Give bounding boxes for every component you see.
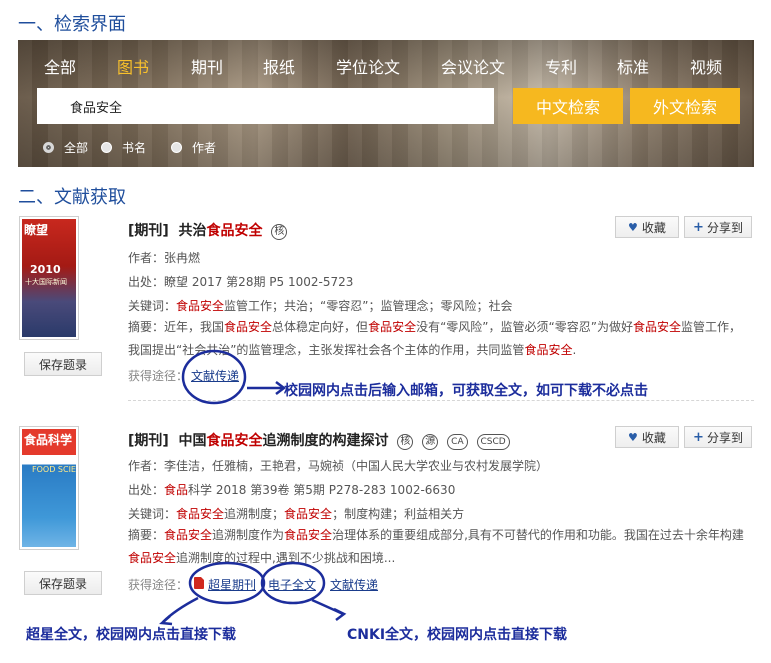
core-journal-badge-icon: 核 (397, 434, 414, 450)
search-section-title: 一、检索界面 (18, 14, 126, 35)
result-title[interactable]: [期刊] 共治食品安全 核 (128, 220, 288, 240)
tab-all[interactable]: 全部 (44, 54, 76, 78)
cscd-badge-icon: CSCD (476, 434, 510, 450)
tab-journals[interactable]: 期刊 (191, 54, 223, 78)
result-author: 作者：李佳洁，任雅楠，王艳君，马婉祯（中国人民大学农业与农村发展学院） (128, 459, 549, 473)
save-citation-button[interactable]: 保存题录 (24, 352, 102, 376)
result-abstract: 摘要：近年，我国食品安全总体稳定向好，但食品安全没有“零风险”，监管必须“零容忍… (128, 320, 741, 357)
result-title[interactable]: [期刊] 中国食品安全追溯制度的构建探讨 核 源 CA CSCD (128, 430, 510, 450)
scope-radio-all[interactable]: 全部 (43, 139, 88, 156)
search-type-tabs: 全部 图书 期刊 报纸 学位论文 会议论文 专利 标准 视频 (18, 54, 754, 78)
result-keywords: 关键词：食品安全监管工作；共治；“零容忍”；监管理念；零风险；社会 (128, 299, 513, 313)
scope-radio-title[interactable]: 书名 (101, 139, 146, 156)
tab-standards[interactable]: 标准 (617, 54, 649, 78)
tab-newspapers[interactable]: 报纸 (263, 54, 295, 78)
annotation-note: CNKI全文，校园网内点击直接下载 (347, 627, 568, 643)
tab-patents[interactable]: 专利 (545, 54, 577, 78)
result-source: 出处：食品科学 2018 第39卷 第5期 P278-283 1002-6630 (128, 483, 456, 497)
tab-conference[interactable]: 会议论文 (441, 54, 505, 78)
heart-icon: ♥ (628, 220, 638, 234)
annotation-note: 校园网内点击后输入邮箱，可获取全文，如可下载不必点击 (284, 383, 648, 399)
radio-checked-icon (43, 142, 54, 153)
chinese-search-button[interactable]: 中文检索 (513, 88, 623, 124)
results-section-title: 二、文献获取 (18, 187, 126, 208)
radio-unchecked-icon (101, 142, 112, 153)
chaoxing-journal-link[interactable]: 超星期刊 (208, 576, 256, 593)
journal-cover-image[interactable]: 食品科学 FOOD SCIENCE (19, 426, 79, 550)
result-divider (128, 400, 754, 401)
favorite-button[interactable]: ♥ 收藏 (615, 426, 679, 448)
document-delivery-link[interactable]: 文献传递 (191, 367, 239, 384)
radio-unchecked-icon (171, 142, 182, 153)
favorite-button[interactable]: ♥ 收藏 (615, 216, 679, 238)
tab-theses[interactable]: 学位论文 (336, 54, 400, 78)
result-item: 瞭望 2010 十大国际新闻 保存题录 [期刊] 共治食品安全 核 ♥ 收藏 + 分… (18, 212, 754, 402)
electronic-fulltext-link[interactable]: 电子全文 (268, 576, 316, 593)
tab-videos[interactable]: 视频 (690, 54, 722, 78)
access-route-label: 获得途径： (128, 578, 189, 592)
heart-icon: ♥ (628, 430, 638, 444)
annotation-note: 超星全文，校园网内点击直接下载 (26, 627, 236, 643)
scope-radio-author[interactable]: 作者 (171, 139, 216, 156)
tab-books[interactable]: 图书 (117, 54, 149, 78)
save-citation-button[interactable]: 保存题录 (24, 571, 102, 595)
result-item: 食品科学 FOOD SCIENCE 保存题录 [期刊] 中国食品安全追溯制度的构… (18, 422, 754, 612)
result-abstract: 摘要：食品安全追溯制度作为食品安全治理体系的重要组成部分,具有不可替代的作用和功… (128, 528, 744, 565)
result-keywords: 关键词：食品安全追溯制度；食品安全；制度构建；利益相关方 (128, 507, 465, 521)
share-button[interactable]: + 分享到 (684, 426, 752, 448)
document-delivery-link[interactable]: 文献传递 (330, 576, 378, 593)
pdf-icon (194, 577, 204, 589)
ca-badge-icon: CA (447, 434, 468, 450)
plus-icon: + (693, 219, 704, 235)
arrow-head-icon (159, 615, 173, 626)
share-button[interactable]: + 分享到 (684, 216, 752, 238)
result-author: 作者：张冉燃 (128, 251, 201, 265)
plus-icon: + (693, 429, 704, 445)
journal-cover-image[interactable]: 瞭望 2010 十大国际新闻 (19, 216, 79, 340)
foreign-search-button[interactable]: 外文检索 (630, 88, 740, 124)
access-route-label: 获得途径： (128, 369, 189, 383)
search-input[interactable] (37, 88, 494, 124)
result-source: 出处：瞭望 2017 第28期 P5 1002-5723 (128, 275, 354, 289)
search-panel: 全部 图书 期刊 报纸 学位论文 会议论文 专利 标准 视频 中文检索 外文检索… (18, 40, 754, 167)
core-journal-badge-icon: 核 (271, 224, 288, 240)
source-journal-badge-icon: 源 (422, 434, 439, 450)
